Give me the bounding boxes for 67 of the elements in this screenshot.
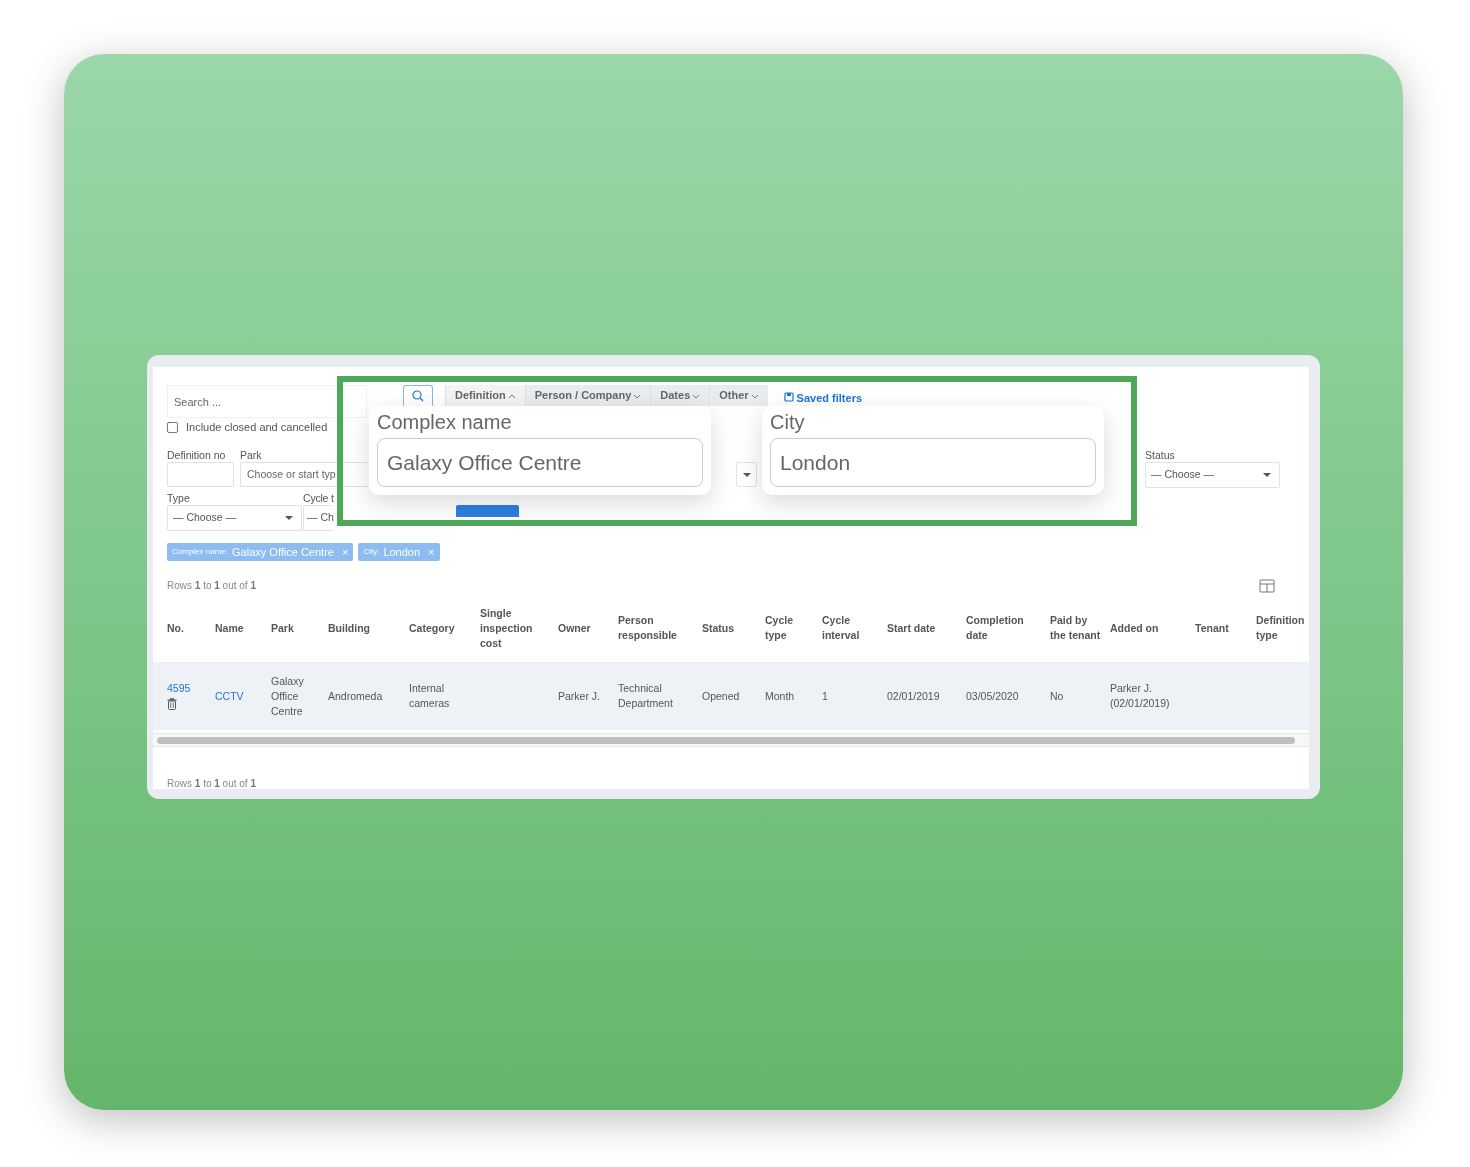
table-cell: Parker J. (02/01/2019) [1110, 662, 1195, 730]
table-cell: Parker J. [558, 662, 618, 730]
column-header: Name [215, 604, 271, 652]
search-button[interactable] [403, 385, 433, 406]
field-label: City [770, 410, 806, 435]
caret-icon [1263, 473, 1271, 477]
input-field[interactable]: London [770, 438, 1096, 487]
columns-layout-icon[interactable] [1259, 578, 1275, 593]
type-select[interactable]: — Choose — [167, 505, 302, 531]
checkbox[interactable] [167, 421, 178, 433]
column-header: Park [271, 604, 328, 652]
horizontal-scrollbar[interactable] [157, 737, 1295, 744]
table-cell: No [1050, 662, 1110, 730]
rows-count: Rows 1 to 1 out of 1 [166, 578, 256, 593]
table-cell: 03/05/2020 [966, 662, 1050, 730]
column-header: Status [702, 604, 765, 652]
filter-tab[interactable]: Other [709, 385, 768, 406]
search-field[interactable]: Search ... [167, 385, 367, 418]
column-header: Owner [558, 604, 618, 652]
chevron-icon [692, 392, 701, 400]
checkbox-label: Include closed and cancelled [186, 419, 328, 435]
field-label: Cycle t [303, 492, 335, 505]
definition-no-field[interactable] [167, 462, 234, 487]
column-header: Completion date [966, 604, 1050, 652]
field-label: Type [167, 492, 191, 505]
column-header: Start date [887, 604, 966, 652]
column-header: Added on [1110, 604, 1195, 652]
column-header: Person responsible [618, 604, 702, 652]
filter-tab[interactable]: Person / Company [524, 385, 651, 406]
field-label: Definition no [167, 449, 227, 462]
column-header: Building [328, 604, 409, 652]
table-cell: Andromeda [328, 662, 409, 730]
column-header: Category [409, 604, 480, 652]
filter-tab[interactable]: Definition [445, 385, 525, 406]
table-cell: Opened [702, 662, 765, 730]
table-cell: Internal cameras [409, 662, 480, 730]
field-label: Status [1145, 449, 1176, 462]
filter-tab[interactable]: Dates [650, 385, 710, 406]
column-header: Definition type [1256, 613, 1306, 643]
rows-count: Rows 1 to 1 out of 1 [166, 777, 257, 791]
dropdown-button[interactable] [736, 462, 757, 487]
cycle-type-select[interactable]: — Ch [303, 505, 333, 531]
table-cell: Month [765, 662, 822, 730]
input-field[interactable]: Galaxy Office Centre [377, 438, 703, 487]
chevron-icon [750, 392, 759, 400]
record-link[interactable]: CCTV [215, 689, 244, 702]
chevron-icon [633, 392, 642, 400]
status-select[interactable]: — Choose — [1145, 462, 1280, 488]
trash-icon[interactable] [167, 698, 177, 711]
column-header: Cycle interval [822, 604, 887, 652]
column-header: Single inspection cost [480, 604, 558, 652]
saved-filters-link[interactable]: Saved filters [783, 385, 863, 405]
chevron-icon [507, 392, 516, 400]
table-cell: Technical Department [618, 662, 702, 730]
column-header: Paid by the tenant [1050, 604, 1110, 652]
table-cell: Galaxy Office Centre [271, 662, 328, 730]
caret-icon [285, 516, 293, 520]
field-label: Park [240, 449, 263, 462]
table-cell: 1 [822, 662, 887, 730]
field-label: Complex name [377, 410, 513, 435]
column-header: Tenant [1195, 604, 1256, 652]
record-link[interactable]: 4595 [167, 682, 191, 694]
column-header: Cycle type [765, 604, 822, 652]
column-header: No. [153, 604, 215, 652]
search-icon [412, 390, 424, 402]
table-cell: 02/01/2019 [887, 662, 966, 730]
caret-icon [742, 472, 751, 477]
